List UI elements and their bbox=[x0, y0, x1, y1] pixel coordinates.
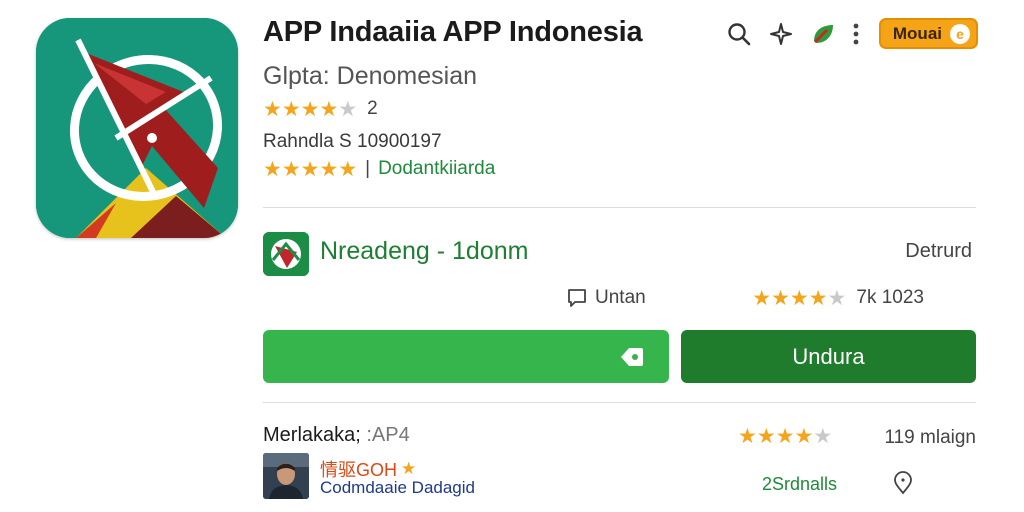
install-label: Undura bbox=[792, 343, 865, 369]
reviews-count: 119 mlaign bbox=[884, 427, 976, 448]
app-icon bbox=[36, 18, 238, 238]
star-filled-icon: ★ bbox=[319, 97, 339, 121]
star-filled-icon: ★ bbox=[281, 97, 301, 121]
search-icon[interactable] bbox=[725, 20, 753, 48]
reviews-section-title: Merlakaka; :AP4 bbox=[263, 424, 410, 447]
avatar[interactable] bbox=[263, 453, 309, 499]
badge-circle-icon: e bbox=[950, 23, 970, 44]
rating-row: ★ ★ ★ ★ ★ 2 bbox=[263, 98, 378, 120]
star-filled-icon: ★ bbox=[775, 425, 795, 448]
chat-bubble-icon bbox=[568, 289, 586, 307]
account-badge-button[interactable]: Mouai e bbox=[878, 18, 978, 49]
star-filled-icon: ★ bbox=[738, 425, 757, 448]
star-filled-icon: ★ bbox=[281, 157, 301, 181]
app-subtext: Rahndla S 10900197 bbox=[263, 131, 442, 152]
tag-icon bbox=[621, 348, 643, 366]
leaf-icon[interactable] bbox=[809, 20, 837, 48]
meta-rating-text: 7k 1023 bbox=[856, 287, 924, 308]
related-app-title[interactable]: Nreadeng - 1donm bbox=[320, 237, 528, 266]
rating-count: 2 bbox=[367, 98, 378, 119]
wishlist-button[interactable] bbox=[263, 330, 669, 383]
more-vert-icon[interactable] bbox=[851, 20, 861, 48]
star-filled-icon: ★ bbox=[752, 286, 772, 310]
reviews-title-main: Merlakaka; bbox=[263, 424, 361, 446]
related-app-icon[interactable] bbox=[263, 232, 309, 276]
divider bbox=[263, 402, 976, 403]
top-actions: Mouai e bbox=[725, 18, 978, 49]
rating-stars: ★ ★ ★ ★ ★ bbox=[263, 99, 357, 120]
star-empty-icon: ★ bbox=[338, 97, 358, 121]
star-filled-icon: ★ bbox=[300, 157, 320, 181]
star-filled-icon: ★ bbox=[771, 286, 790, 310]
star-filled-icon: ★ bbox=[319, 157, 339, 181]
star-icon: ★ bbox=[401, 459, 417, 478]
star-filled-icon: ★ bbox=[756, 425, 776, 448]
reply-link[interactable]: Untan bbox=[566, 287, 646, 309]
app-logo-arrow-icon bbox=[36, 18, 238, 238]
star-filled-icon: ★ bbox=[794, 425, 814, 448]
editor-stars: ★ ★ ★ ★ ★ bbox=[263, 159, 357, 180]
star-filled-icon: ★ bbox=[808, 286, 828, 310]
reviewer-subtitle: Codmdaaie Dadagid bbox=[320, 478, 475, 497]
reviews-title-suffix: :AP4 bbox=[366, 424, 410, 446]
meta-rating-stars: ★ ★ ★ ★ ★ bbox=[752, 288, 846, 309]
reviews-rating-stars: ★ ★ ★ ★ ★ bbox=[738, 426, 832, 447]
separator: | bbox=[365, 158, 371, 179]
star-filled-icon: ★ bbox=[263, 97, 282, 121]
developer-name[interactable]: Glpta: Denomesian bbox=[263, 62, 477, 91]
install-button[interactable]: Undura bbox=[681, 330, 976, 383]
star-filled-icon: ★ bbox=[300, 97, 320, 121]
star-filled-icon: ★ bbox=[338, 157, 358, 181]
meta-rating: ★ ★ ★ ★ ★ 7k 1023 bbox=[752, 287, 924, 309]
meta-row: Untan ★ ★ ★ ★ ★ 7k 1023 bbox=[566, 287, 924, 309]
sparkle-icon[interactable] bbox=[767, 20, 795, 48]
editor-row[interactable]: ★ ★ ★ ★ ★ | Dodantkiiarda bbox=[263, 158, 495, 180]
badge-label: Mouai bbox=[892, 23, 942, 43]
related-right-label[interactable]: Detrurd bbox=[905, 240, 972, 263]
star-filled-icon: ★ bbox=[789, 286, 809, 310]
location-pin-icon[interactable] bbox=[890, 470, 916, 501]
review-right-text: 2Srdnalls bbox=[762, 474, 838, 494]
editor-label: Dodantkiiarda bbox=[378, 158, 496, 179]
star-empty-icon: ★ bbox=[827, 286, 847, 310]
star-empty-icon: ★ bbox=[813, 425, 833, 448]
star-filled-icon: ★ bbox=[263, 157, 282, 181]
divider bbox=[263, 207, 976, 208]
reply-label: Untan bbox=[595, 287, 646, 308]
reviews-rating: ★ ★ ★ ★ ★ bbox=[738, 426, 832, 448]
app-title: APP Indaaiia APP Indonesia bbox=[263, 16, 643, 48]
